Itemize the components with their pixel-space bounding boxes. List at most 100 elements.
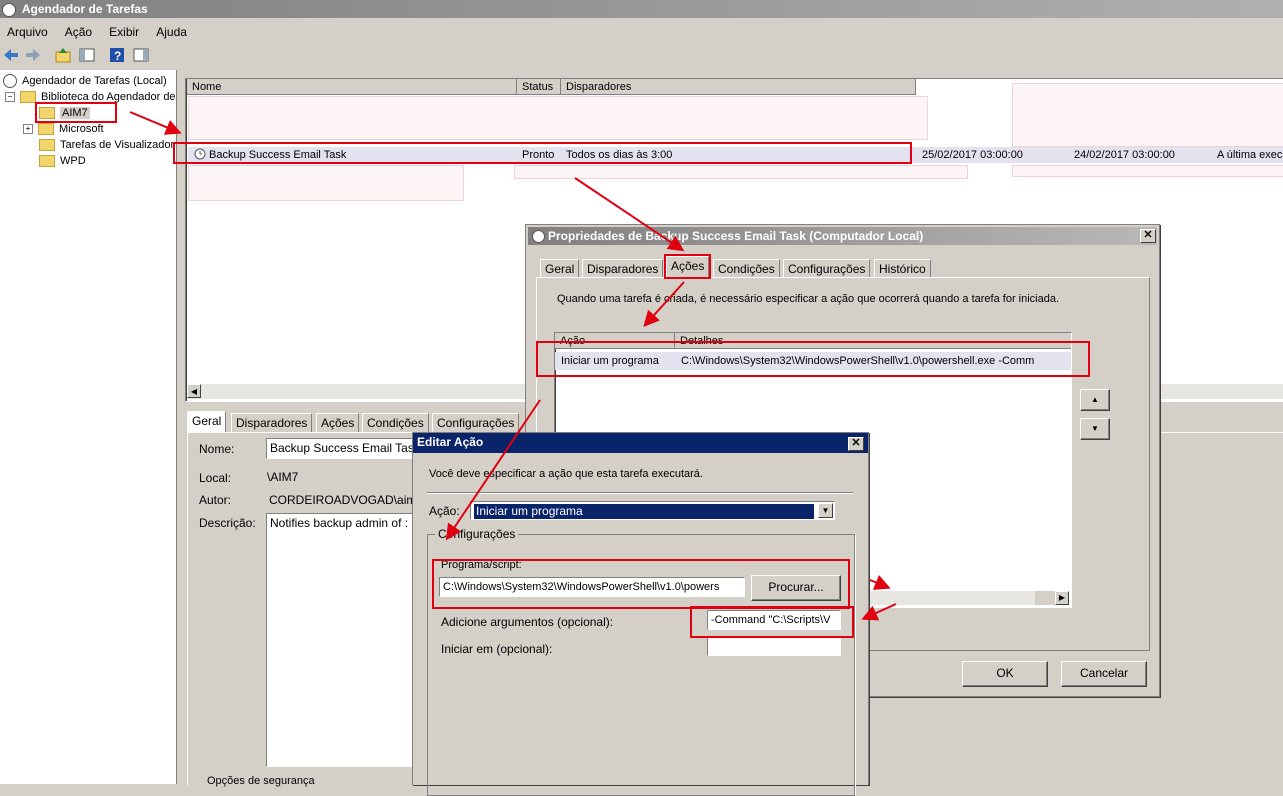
folder-clock-icon [20, 91, 36, 104]
expand-icon[interactable]: + [23, 124, 33, 135]
name-label: Nome: [199, 442, 235, 456]
tree-root-label: Agendador de Tarefas (Local) [22, 75, 167, 87]
task-last-run: 24/02/2017 03:00:00 [1074, 149, 1175, 161]
svg-text:?: ? [114, 49, 121, 63]
props-tab-geral[interactable]: Geral [540, 259, 580, 278]
chevron-down-icon[interactable]: ▼ [818, 503, 833, 518]
tab-disparadores[interactable]: Disparadores [231, 413, 313, 432]
action-label: Ação: [429, 504, 460, 518]
menu-ajuda[interactable]: Ajuda [149, 22, 194, 42]
tab-condicoes[interactable]: Condições [362, 413, 429, 432]
menu-exibir[interactable]: Exibir [102, 22, 146, 42]
highlight-task-row [173, 142, 912, 164]
redacted-row [514, 165, 968, 179]
highlight-acoes-tab [664, 254, 711, 279]
up-folder-button[interactable] [54, 46, 74, 66]
help-icon: ? [110, 48, 124, 63]
security-options-label: Opções de segurança [205, 775, 317, 787]
props-tab-historico[interactable]: Histórico [874, 259, 931, 278]
tree-pane: Agendador de Tarefas (Local) − Biblioteca… [0, 70, 176, 784]
action-select-value: Iniciar um programa [474, 504, 814, 519]
description-field[interactable]: Notifies backup admin of : [266, 513, 426, 767]
edit-info-text: Você deve especificar a ação que esta ta… [429, 468, 703, 480]
props-tab-configuracoes[interactable]: Configurações [783, 259, 871, 278]
author-label: Autor: [199, 493, 232, 507]
menu-bar: Arquivo Ação Exibir Ajuda [0, 22, 1283, 42]
start-in-label: Iniciar em (opcional): [441, 642, 553, 656]
collapse-icon[interactable]: − [5, 92, 15, 103]
props-tab-condicoes[interactable]: Condições [713, 259, 780, 278]
redacted-row [188, 165, 464, 201]
forward-button[interactable] [24, 46, 44, 66]
redacted-row [188, 96, 928, 140]
author-value: CORDEIROADVOGAD\aim7 [269, 493, 424, 507]
highlight-args [690, 606, 854, 638]
folder-icon [38, 123, 54, 136]
name-field[interactable]: Backup Success Email Task [266, 438, 426, 459]
clock-icon [2, 2, 16, 17]
edit-dialog-title-bar: Editar Ação [413, 433, 868, 453]
description-label: Descrição: [199, 516, 256, 530]
column-header-nome[interactable]: Nome [187, 79, 517, 95]
panel-icon [79, 48, 95, 62]
forward-arrow-icon [26, 49, 40, 61]
back-button[interactable] [2, 46, 22, 66]
redacted-row [1012, 83, 1283, 147]
close-icon[interactable]: ✕ [1140, 229, 1156, 243]
divider [427, 492, 853, 494]
task-next-run: 25/02/2017 03:00:00 [922, 149, 1023, 161]
tab-geral[interactable]: Geral [187, 411, 227, 432]
app-title-bar: Agendador de Tarefas [0, 0, 1283, 18]
menu-acao[interactable]: Ação [58, 22, 99, 42]
redacted-row [1012, 165, 1283, 177]
tab-acoes[interactable]: Ações [316, 413, 360, 432]
column-header-disparadores[interactable]: Disparadores [561, 79, 916, 95]
tab-configuracoes[interactable]: Configurações [432, 413, 520, 432]
folder-icon [39, 155, 55, 168]
cancel-button[interactable]: Cancelar [1061, 661, 1147, 687]
scroll-thumb[interactable] [1035, 591, 1055, 605]
folder-up-icon [55, 48, 71, 63]
clock-icon [532, 230, 545, 244]
props-info-text: Quando uma tarefa é criada, é necessário… [557, 293, 1060, 305]
back-arrow-icon [4, 49, 18, 61]
edit-dialog-title: Editar Ação [417, 435, 484, 449]
props-tab-disparadores[interactable]: Disparadores [582, 259, 664, 278]
move-down-button[interactable]: ▼ [1080, 418, 1110, 440]
settings-group-label: Configurações [435, 527, 519, 541]
properties-dialog-title-bar: Propriedades de Backup Success Email Tas… [528, 227, 1157, 245]
clock-icon [3, 74, 17, 89]
splitter[interactable] [176, 70, 185, 784]
tree-item-tarefas[interactable]: Tarefas de Visualizador [39, 138, 174, 152]
column-header-status[interactable]: Status [517, 79, 561, 95]
highlight-action-row [536, 341, 1090, 377]
location-label: Local: [199, 471, 232, 485]
action-pane-icon [133, 48, 149, 62]
location-value: \AIM7 [267, 470, 299, 484]
show-hide-tree-button[interactable] [78, 46, 98, 66]
tree-item-label: Tarefas de Visualizador [60, 139, 175, 151]
scroll-right-icon[interactable]: ▶ [1055, 591, 1069, 605]
toolbar: ? [0, 44, 1283, 68]
help-button[interactable]: ? [108, 46, 128, 66]
properties-dialog-title: Propriedades de Backup Success Email Tas… [548, 229, 924, 243]
close-icon[interactable]: ✕ [848, 437, 864, 451]
action-select[interactable]: Iniciar um programa ▼ [470, 501, 835, 520]
scroll-left-icon[interactable]: ◀ [187, 384, 201, 398]
folder-icon [39, 139, 55, 152]
args-label: Adicione argumentos (opcional): [441, 615, 614, 629]
move-up-button[interactable]: ▲ [1080, 389, 1110, 411]
tree-root[interactable]: Agendador de Tarefas (Local) [3, 74, 167, 89]
task-result: A última exec [1217, 149, 1283, 161]
highlight-program [432, 559, 850, 609]
app-title: Agendador de Tarefas [21, 2, 148, 16]
ok-button[interactable]: OK [962, 661, 1048, 687]
start-in-field[interactable] [707, 636, 841, 656]
show-action-pane-button[interactable] [132, 46, 152, 66]
tree-item-microsoft[interactable]: + Microsoft [23, 122, 104, 136]
tree-item-label: WPD [60, 155, 86, 167]
tree-item-label: Microsoft [59, 123, 104, 135]
menu-arquivo[interactable]: Arquivo [0, 22, 55, 42]
tree-item-wpd[interactable]: WPD [39, 154, 86, 168]
highlight-aim7 [35, 102, 117, 123]
